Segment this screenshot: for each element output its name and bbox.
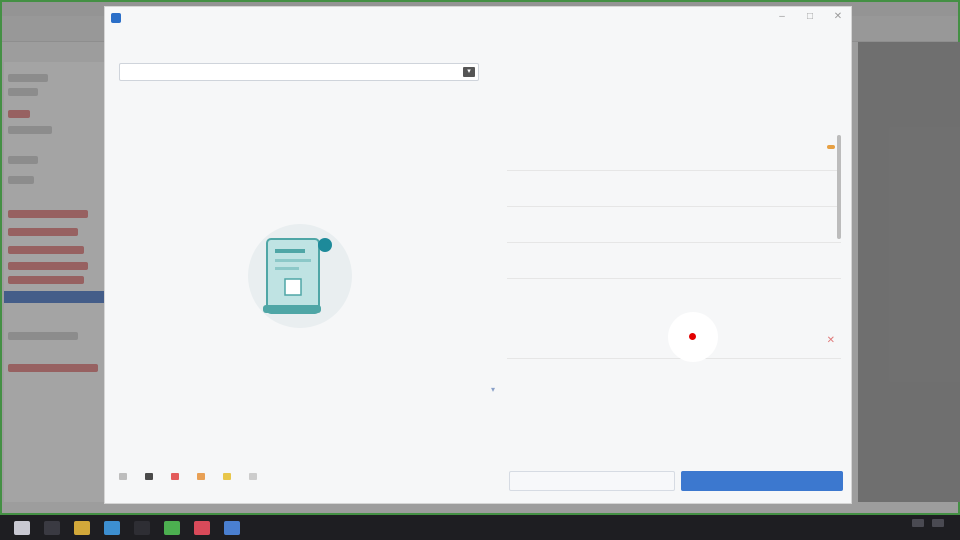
windows-icon[interactable] <box>14 520 30 535</box>
system-tray <box>912 519 952 527</box>
right-list <box>507 135 841 279</box>
legend-item <box>249 473 261 480</box>
legend-item <box>223 473 235 480</box>
close-icon[interactable]: ✕ <box>831 11 845 22</box>
collapse-icon[interactable]: ▾ <box>491 385 495 394</box>
app-icon[interactable] <box>194 520 210 535</box>
terminal-icon[interactable] <box>134 520 150 535</box>
legend-swatch <box>145 473 153 480</box>
confirm-button[interactable] <box>681 471 843 491</box>
app-icon <box>111 13 121 23</box>
app-icon[interactable] <box>164 520 180 535</box>
cancel-button[interactable] <box>509 471 675 491</box>
click-point <box>689 333 696 340</box>
list-item[interactable] <box>507 207 841 243</box>
volume-icon[interactable] <box>932 519 944 527</box>
chevron-down-icon[interactable]: ▾ <box>463 67 475 77</box>
legend-swatch <box>249 473 257 480</box>
legend-swatch <box>171 473 179 480</box>
legend-item <box>197 473 209 480</box>
taskbar <box>0 515 960 540</box>
list-item[interactable] <box>507 171 841 207</box>
dialog-titlebar <box>105 7 851 29</box>
window-controls: – □ ✕ <box>775 11 845 22</box>
select-dropdown[interactable]: ▾ <box>119 63 479 81</box>
legend-swatch <box>119 473 127 480</box>
legend-swatch <box>223 473 231 480</box>
dialog-window: – □ ✕ ▾ ✕ ▾ <box>104 6 852 504</box>
document-icon <box>248 224 352 328</box>
scrollbar[interactable] <box>837 135 841 239</box>
click-indicator <box>668 312 718 362</box>
status-badge <box>827 145 835 149</box>
minimize-icon[interactable]: – <box>775 11 789 22</box>
legend-swatch <box>197 473 205 480</box>
search-icon[interactable] <box>44 520 60 535</box>
app-icon[interactable] <box>224 520 240 535</box>
list-item[interactable] <box>507 243 841 279</box>
legend <box>119 473 261 480</box>
close-icon[interactable]: ✕ <box>827 335 835 346</box>
legend-item <box>145 473 157 480</box>
edge-icon[interactable] <box>104 520 120 535</box>
network-icon[interactable] <box>912 519 924 527</box>
legend-item <box>171 473 183 480</box>
legend-item <box>119 473 131 480</box>
maximize-icon[interactable]: □ <box>803 11 817 22</box>
folder-icon[interactable] <box>74 520 90 535</box>
list-item[interactable] <box>507 135 841 171</box>
